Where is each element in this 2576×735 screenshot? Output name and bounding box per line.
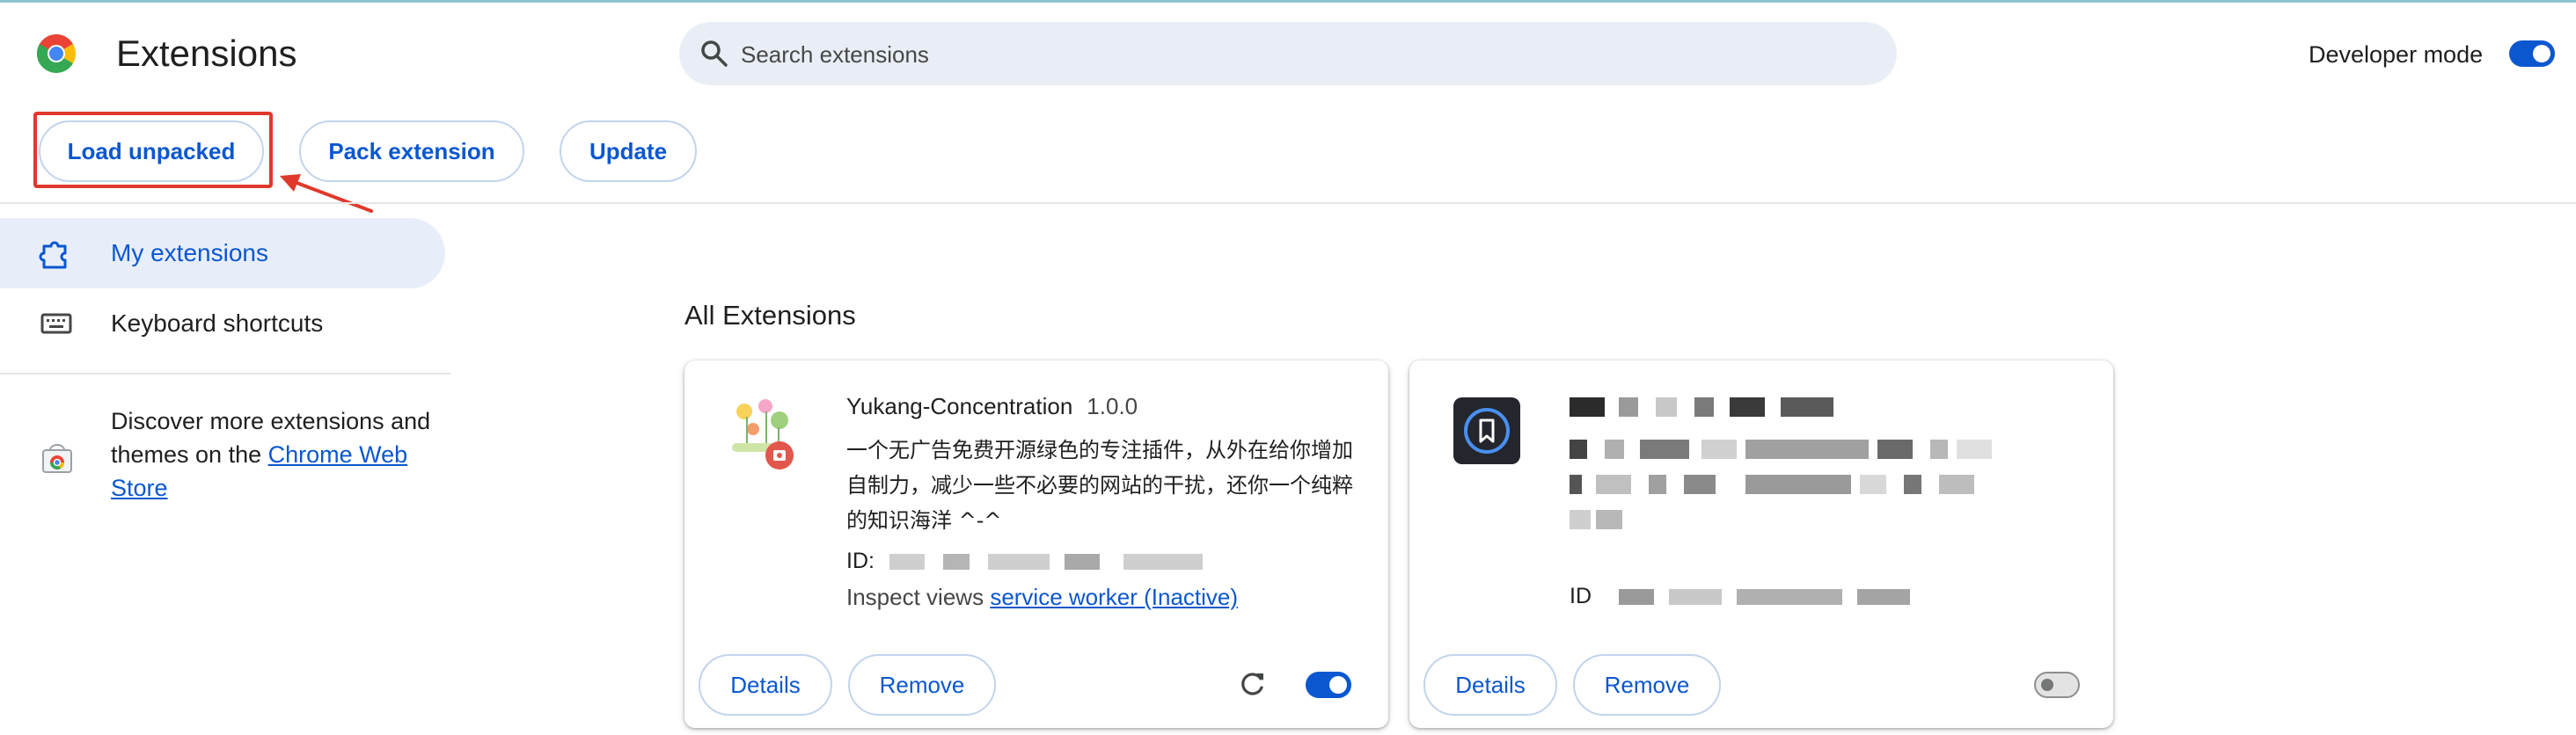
- extension-card: Yukang-Concentration 1.0.0 一个无广告免费开源绿色的专注…: [684, 360, 1388, 728]
- extension-card: ID Details Remove: [1409, 360, 2113, 728]
- extension-name: Yukang-Concentration: [846, 393, 1073, 419]
- chrome-logo-icon: [37, 34, 76, 73]
- reload-icon[interactable]: [1237, 668, 1267, 700]
- redacted-text: [1736, 589, 1842, 606]
- section-title: All Extensions: [684, 300, 856, 331]
- extension-enable-toggle[interactable]: [2034, 672, 2080, 698]
- redacted-text: [987, 554, 1050, 571]
- sidebar-item-my-extensions[interactable]: My extensions: [0, 218, 445, 288]
- extension-enable-toggle[interactable]: [1306, 672, 1351, 698]
- inspect-views-label: Inspect views: [846, 584, 984, 610]
- extension-icon: [732, 399, 794, 469]
- chrome-web-store-icon: [42, 444, 72, 473]
- extension-icon: [1453, 397, 1520, 464]
- update-button[interactable]: Update: [560, 120, 697, 182]
- puzzle-piece-icon: [39, 241, 67, 269]
- redacted-text: [1856, 589, 1910, 606]
- extension-description: 一个无广告免费开源绿色的专注插件，从外在给你增加自制力，减少一些不必要的网站的干…: [846, 438, 1353, 533]
- search-box[interactable]: [679, 22, 1897, 85]
- redacted-text: [1618, 589, 1654, 606]
- search-input[interactable]: [739, 34, 1869, 75]
- redacted-description: [1570, 510, 1622, 529]
- keyboard-icon: [40, 313, 72, 334]
- redacted-text: [1064, 554, 1100, 571]
- details-button[interactable]: Details: [1423, 654, 1557, 716]
- inspect-views-row: Inspect views service worker (Inactive): [846, 582, 1238, 612]
- extension-id: ID:: [846, 547, 1203, 575]
- redacted-text: [1123, 554, 1203, 571]
- redacted-description: [1570, 440, 1992, 459]
- developer-mode-label: Developer mode: [2309, 41, 2484, 68]
- remove-button[interactable]: Remove: [848, 654, 996, 716]
- search-icon: [701, 40, 728, 67]
- sidebar-item-label: Keyboard shortcuts: [111, 309, 324, 337]
- sidebar-item-keyboard-shortcuts[interactable]: Keyboard shortcuts: [0, 288, 445, 359]
- remove-button[interactable]: Remove: [1573, 654, 1721, 716]
- extension-version: 1.0.0: [1087, 393, 1138, 419]
- extension-name-row: Yukang-Concentration 1.0.0: [846, 392, 1138, 420]
- sidebar: My extensions Keyboard shortcuts Discove…: [0, 204, 450, 735]
- redacted-text: [889, 554, 925, 571]
- details-button[interactable]: Details: [699, 654, 832, 716]
- sidebar-divider: [0, 373, 450, 375]
- extension-id-label: ID:: [846, 549, 875, 573]
- service-worker-link[interactable]: service worker (Inactive): [990, 584, 1238, 610]
- redacted-text: [1668, 589, 1722, 606]
- redacted-text: [942, 554, 970, 571]
- extension-id: ID: [1570, 582, 1910, 610]
- sidebar-item-label: My extensions: [111, 239, 268, 266]
- developer-mode-toggle[interactable]: [2509, 40, 2555, 67]
- extension-id-label: ID: [1570, 584, 1592, 608]
- redacted-description: [1570, 475, 1992, 494]
- page-title: Extensions: [116, 33, 297, 74]
- header: Extensions Developer mode: [0, 3, 2576, 105]
- redacted-title: [1570, 397, 1833, 417]
- highlight-box: [33, 112, 273, 188]
- discover-text: Discover more extensions and themes on t…: [111, 404, 445, 505]
